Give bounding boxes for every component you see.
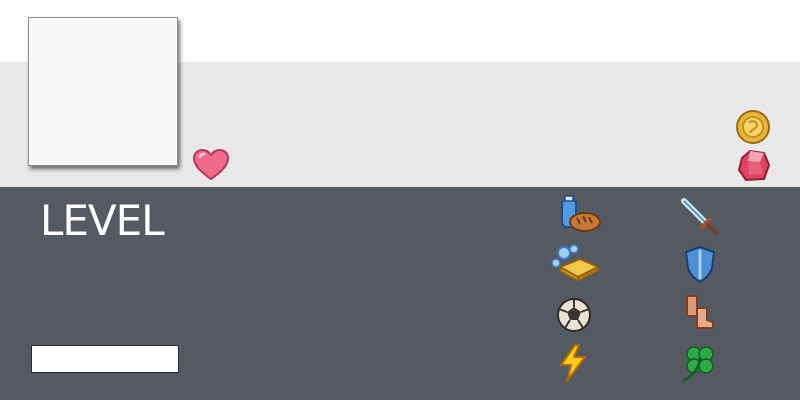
- lightning-icon: [560, 344, 586, 382]
- shield-icon: [684, 245, 716, 284]
- level-label: LEVEL: [40, 196, 165, 245]
- ball-icon: [557, 298, 591, 332]
- character-portrait: [28, 17, 178, 166]
- sword-icon: [681, 198, 718, 235]
- coin-icon: [736, 110, 770, 144]
- gold-bar-icon: [551, 244, 601, 283]
- gem-icon: [737, 149, 771, 182]
- name-input[interactable]: [31, 345, 179, 373]
- clover-icon: [682, 346, 714, 382]
- heart-icon: [192, 148, 230, 181]
- potion-bread-icon: [561, 195, 601, 232]
- boots-icon: [686, 295, 714, 329]
